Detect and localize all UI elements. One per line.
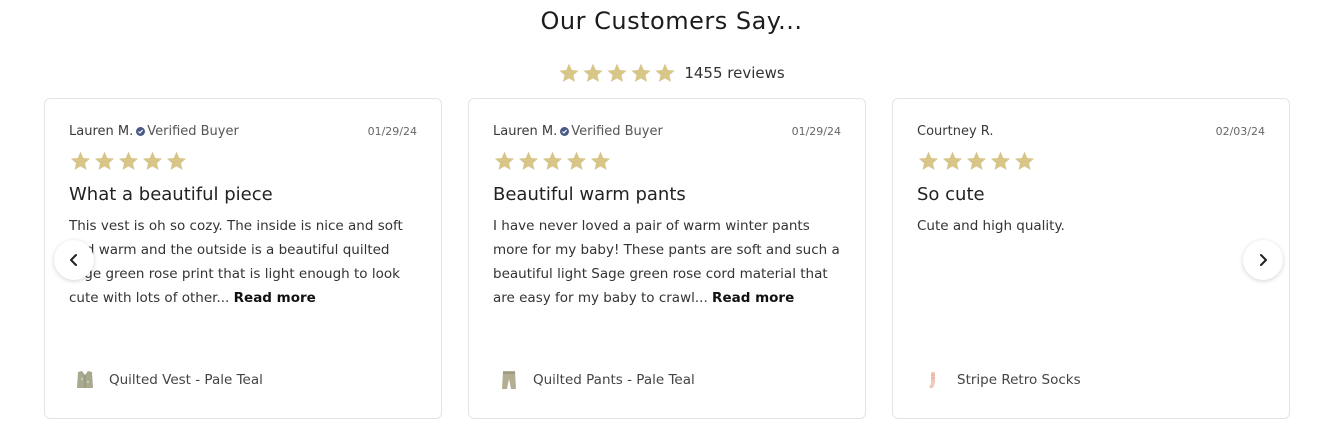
review-card: Lauren M. Verified Buyer 01/29/24 What a… <box>44 98 442 419</box>
review-card: Courtney R. 02/03/24 So cute Cute and hi… <box>892 98 1290 419</box>
star-icon <box>541 150 564 172</box>
star-icon <box>517 150 540 172</box>
star-icon <box>606 62 628 84</box>
read-more-link[interactable]: Read more <box>234 290 316 306</box>
summary-stars <box>558 62 676 84</box>
star-icon <box>582 62 604 84</box>
review-date: 02/03/24 <box>1215 125 1265 138</box>
pants-thumbnail-icon <box>502 371 516 389</box>
verified-badge: Verified Buyer <box>560 124 663 139</box>
review-author-block: Lauren M. Verified Buyer <box>69 124 239 139</box>
star-icon <box>69 150 92 172</box>
star-icon <box>565 150 588 172</box>
verified-check-icon <box>136 127 146 136</box>
review-author-block: Lauren M. Verified Buyer <box>493 124 663 139</box>
verified-label: Verified Buyer <box>571 124 663 139</box>
review-card: Lauren M. Verified Buyer 01/29/24 Beauti… <box>468 98 866 419</box>
review-author: Lauren M. <box>493 124 558 139</box>
star-icon <box>589 150 612 172</box>
star-icon <box>165 150 188 172</box>
star-icon <box>117 150 140 172</box>
review-body-block: Cute and high quality. <box>917 214 1267 238</box>
review-stars <box>917 150 1036 172</box>
review-product[interactable]: Stripe Retro Socks <box>921 368 1081 392</box>
rating-summary: 1455 reviews <box>0 62 1343 84</box>
review-author: Lauren M. <box>69 124 134 139</box>
next-button[interactable] <box>1243 240 1283 280</box>
star-icon <box>989 150 1012 172</box>
star-icon <box>654 62 676 84</box>
chevron-right-icon <box>1260 254 1267 266</box>
review-date: 01/29/24 <box>791 125 841 138</box>
socks-thumbnail-icon <box>929 372 935 389</box>
review-author: Courtney R. <box>917 124 994 139</box>
verified-label: Verified Buyer <box>147 124 239 139</box>
product-name: Quilted Vest - Pale Teal <box>109 372 263 388</box>
prev-button[interactable] <box>54 240 94 280</box>
star-icon <box>965 150 988 172</box>
product-name: Stripe Retro Socks <box>957 372 1081 388</box>
review-author-block: Courtney R. <box>917 124 993 139</box>
review-title: What a beautiful piece <box>69 184 273 205</box>
read-more-link[interactable]: Read more <box>712 290 794 306</box>
vest-thumbnail-icon <box>77 371 93 388</box>
verified-badge: Verified Buyer <box>136 124 239 139</box>
review-title: Beautiful warm pants <box>493 184 686 205</box>
review-body: Cute and high quality. <box>917 218 1065 234</box>
star-icon <box>630 62 652 84</box>
star-icon <box>493 150 516 172</box>
star-icon <box>917 150 940 172</box>
review-stars <box>493 150 612 172</box>
star-icon <box>93 150 116 172</box>
review-stars <box>69 150 188 172</box>
review-count[interactable]: 1455 reviews <box>684 64 784 82</box>
review-date: 01/29/24 <box>367 125 417 138</box>
review-product[interactable]: Quilted Vest - Pale Teal <box>73 368 263 392</box>
star-icon <box>941 150 964 172</box>
review-product[interactable]: Quilted Pants - Pale Teal <box>497 368 695 392</box>
review-body-block: I have never loved a pair of warm winter… <box>493 214 843 310</box>
review-body-block: This vest is oh so cozy. The inside is n… <box>69 214 419 310</box>
review-title: So cute <box>917 184 985 205</box>
verified-check-icon <box>560 127 570 136</box>
chevron-left-icon <box>70 254 77 266</box>
star-icon <box>141 150 164 172</box>
section-title: Our Customers Say... <box>540 7 803 35</box>
star-icon <box>558 62 580 84</box>
product-name: Quilted Pants - Pale Teal <box>533 372 695 388</box>
star-icon <box>1013 150 1036 172</box>
